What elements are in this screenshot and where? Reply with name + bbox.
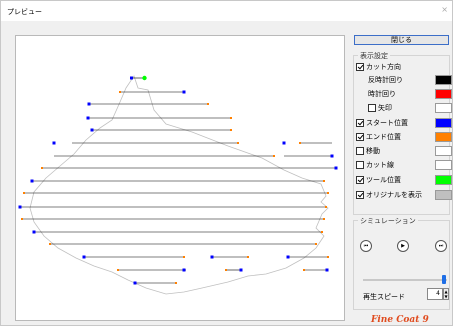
preview-canvas [15, 35, 345, 321]
simulation-label: シミュレーション [358, 216, 418, 226]
cut-line-color-swatch[interactable] [435, 160, 452, 170]
option-end-position[interactable]: エンド位置 [356, 131, 401, 142]
cut-direction-label: カット方向 [366, 62, 401, 71]
tool-position-label: ツール位置 [366, 175, 401, 184]
close-icon[interactable]: × [441, 5, 448, 14]
cut-line-checkbox[interactable] [356, 160, 364, 169]
tool-position-marker [142, 75, 147, 81]
cut-line-label: カット線 [366, 160, 394, 169]
option-show-original[interactable]: オリジナルを表示 [356, 189, 422, 200]
end-position-color-swatch[interactable] [435, 132, 452, 142]
original-outline [29, 75, 329, 295]
arrow-checkbox[interactable] [368, 103, 376, 112]
title-bar: プレビュー × [1, 1, 452, 21]
option-cut-direction[interactable]: カット方向 [356, 61, 401, 72]
display-settings-group: 表示設定 カット方向 反時計回り 時計回り 矢印 スタート位置 エンド位置 移動… [353, 51, 452, 215]
option-cut-line[interactable]: カット線 [356, 159, 394, 170]
playback-speed-stepper[interactable]: ▲ ▼ [443, 288, 449, 300]
app-logo: Fine Coat 9 [371, 315, 429, 325]
playback-speed-input[interactable]: 4 [427, 288, 443, 300]
start-position-checkbox[interactable] [356, 118, 364, 127]
option-start-position[interactable]: スタート位置 [356, 117, 408, 128]
start-markers [18, 76, 338, 285]
tool-position-color-swatch[interactable] [435, 175, 452, 185]
rewind-icon: ⏮ [363, 243, 369, 249]
end-position-checkbox[interactable] [356, 132, 364, 141]
speed-slider-thumb[interactable] [442, 275, 446, 284]
window-title: プレビュー [7, 8, 42, 16]
playback-speed-label: 再生スピード [363, 293, 405, 301]
option-tool-position[interactable]: ツール位置 [356, 174, 401, 185]
end-markers [21, 91, 329, 284]
arrow-color-swatch[interactable] [435, 103, 452, 113]
play-icon: ▶ [401, 243, 405, 249]
cut-direction-checkbox[interactable] [356, 62, 364, 71]
clockwise-label: 時計回り [368, 89, 396, 98]
stepper-down-icon[interactable]: ▼ [444, 294, 448, 299]
close-button[interactable]: 閉じる [354, 35, 449, 45]
skip-end-icon: ⏭ [438, 243, 444, 249]
skip-end-button[interactable]: ⏭ [435, 240, 447, 252]
play-button[interactable]: ▶ [397, 240, 409, 252]
rewind-button[interactable]: ⏮ [360, 240, 372, 252]
option-move[interactable]: 移動 [356, 145, 380, 156]
tool-position-checkbox[interactable] [356, 175, 364, 184]
speed-slider-track[interactable] [363, 279, 447, 281]
counterclockwise-color-swatch[interactable] [435, 75, 452, 85]
show-original-label: オリジナルを表示 [366, 190, 422, 199]
cut-lines [20, 77, 336, 284]
end-position-label: エンド位置 [366, 132, 401, 141]
clockwise-color-swatch[interactable] [435, 89, 452, 99]
arrow-label: 矢印 [378, 103, 392, 112]
move-checkbox[interactable] [356, 146, 364, 155]
move-label: 移動 [366, 146, 380, 155]
preview-window: プレビュー × 閉じる 表示設定 カット方向 反時計回り 時計回り 矢印 スター… [0, 0, 453, 326]
show-original-checkbox[interactable] [356, 190, 364, 199]
option-arrow[interactable]: 矢印 [368, 102, 392, 113]
start-position-label: スタート位置 [366, 118, 408, 127]
sidebar: 閉じる 表示設定 カット方向 反時計回り 時計回り 矢印 スタート位置 エンド位… [351, 35, 453, 325]
start-position-color-swatch[interactable] [435, 118, 452, 128]
display-settings-label: 表示設定 [358, 51, 390, 61]
option-clockwise: 時計回り [368, 88, 396, 99]
option-counterclockwise: 反時計回り [368, 74, 403, 85]
show-original-color-swatch[interactable] [435, 190, 452, 200]
move-color-swatch[interactable] [435, 146, 452, 156]
counterclockwise-label: 反時計回り [368, 75, 403, 84]
cut-path-preview [18, 75, 338, 295]
